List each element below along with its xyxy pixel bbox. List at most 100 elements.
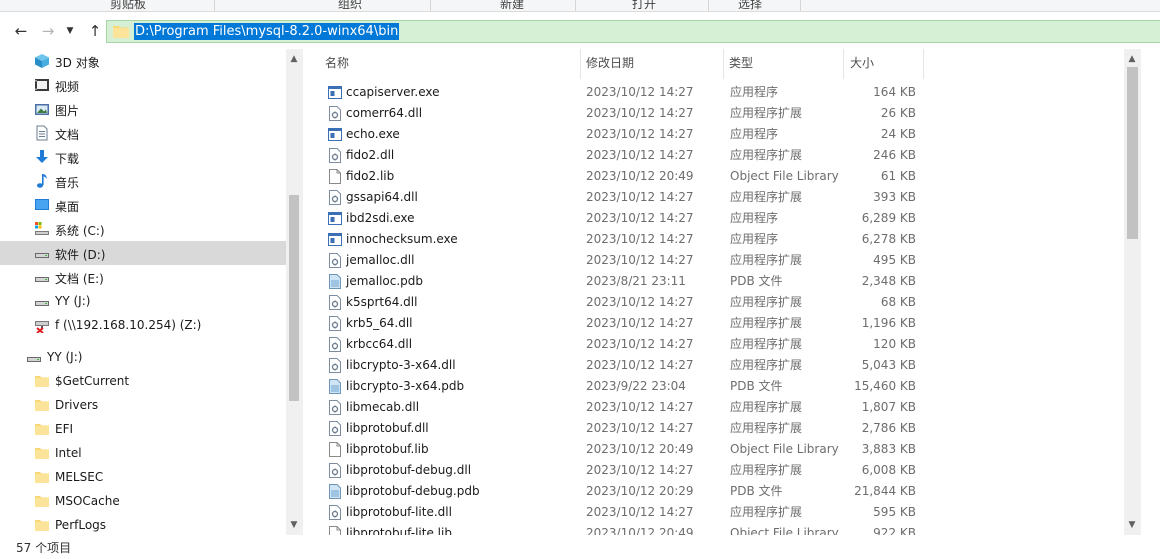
nav-item[interactable]: EFI [0, 417, 286, 441]
nav-item[interactable]: 文档 (E:) [0, 265, 286, 289]
file-size: 922 KB [873, 526, 916, 535]
nav-item[interactable]: PerfLogs [0, 513, 286, 535]
nav-item[interactable]: 下载 [0, 145, 286, 169]
dll-file-icon [328, 253, 342, 268]
file-row[interactable]: krb5_64.dll 2023/10/12 14:27 应用程序扩展 1,196 K… [303, 313, 1123, 334]
pictures-icon [34, 101, 50, 117]
file-type: 应用程序 [730, 232, 779, 246]
file-name: innochecksum.exe [346, 232, 458, 246]
file-row[interactable]: gssapi64.dll 2023/10/12 14:27 应用程序扩展 393 KB [303, 187, 1123, 208]
nav-item-label: MELSEC [55, 470, 104, 484]
file-row[interactable]: ibd2sdi.exe 2023/10/12 14:27 应用程序 6,289 KB [303, 208, 1123, 229]
documents-icon [34, 125, 50, 141]
file-row[interactable]: fido2.dll 2023/10/12 14:27 应用程序扩展 246 KB [303, 145, 1123, 166]
scroll-down-arrow-icon[interactable]: ▼ [286, 517, 302, 533]
file-row[interactable]: libprotobuf.dll 2023/10/12 14:27 应用程序扩展 2,7… [303, 418, 1123, 439]
nav-item[interactable]: MELSEC [0, 465, 286, 489]
column-header-date[interactable]: 修改日期 [586, 49, 721, 77]
column-header-size[interactable]: 大小 [850, 49, 920, 77]
file-row[interactable]: libprotobuf-lite.dll 2023/10/12 14:27 应用程序… [303, 502, 1123, 523]
back-button[interactable]: ← [11, 21, 31, 41]
status-bar: 57 个项目 [0, 535, 1160, 559]
scroll-up-arrow-icon[interactable]: ▲ [286, 51, 302, 67]
file-size: 68 KB [880, 295, 916, 309]
column-header-type[interactable]: 类型 [729, 49, 839, 77]
file-row[interactable]: libprotobuf-lite.lib 2023/10/12 20:49 Obje… [303, 523, 1123, 535]
file-row[interactable]: libprotobuf-debug.dll 2023/10/12 14:27 应用程… [303, 460, 1123, 481]
file-row[interactable]: k5sprt64.dll 2023/10/12 14:27 应用程序扩展 68 KB [303, 292, 1123, 313]
arrow-left-icon: ← [14, 22, 28, 40]
file-name: libprotobuf-lite.dll [346, 505, 452, 519]
nav-item[interactable]: f (\\192.168.10.254) (Z:) [0, 313, 286, 337]
pdb-file-icon [328, 379, 342, 394]
dll-file-icon [328, 358, 342, 373]
nav-scrollbar[interactable]: ▲ ▼ [286, 49, 302, 535]
dll-file-icon [328, 295, 342, 310]
dll-file-icon [328, 421, 342, 436]
file-row[interactable]: libmecab.dll 2023/10/12 14:27 应用程序扩展 1,807 … [303, 397, 1123, 418]
file-row[interactable]: libcrypto-3-x64.dll 2023/10/12 14:27 应用程序扩… [303, 355, 1123, 376]
arrow-up-icon: ↑ [88, 22, 102, 40]
file-type: 应用程序扩展 [730, 337, 803, 351]
nav-item[interactable]: $GetCurrent [0, 369, 286, 393]
file-name: jemalloc.pdb [346, 274, 424, 288]
file-modified-date: 2023/10/12 14:27 [586, 337, 694, 351]
up-button[interactable]: ↑ [85, 21, 105, 41]
file-modified-date: 2023/10/12 14:27 [586, 127, 694, 141]
scroll-down-arrow-icon[interactable]: ▼ [1124, 517, 1140, 533]
file-name: libcrypto-3-x64.dll [346, 358, 456, 372]
file-type: Object File Library [730, 526, 839, 535]
file-size: 15,460 KB [854, 379, 916, 393]
file-row[interactable]: libprotobuf.lib 2023/10/12 20:49 Object Fi… [303, 439, 1123, 460]
file-modified-date: 2023/10/12 14:27 [586, 358, 694, 372]
nav-item[interactable]: 系统 (C:) [0, 217, 286, 241]
file-modified-date: 2023/10/12 14:27 [586, 295, 694, 309]
file-row[interactable]: libprotobuf-debug.pdb 2023/10/12 20:29 PDB… [303, 481, 1123, 502]
file-name: fido2.lib [346, 169, 395, 183]
file-row[interactable]: comerr64.dll 2023/10/12 14:27 应用程序扩展 26 KB [303, 103, 1123, 124]
file-modified-date: 2023/10/12 14:27 [586, 85, 694, 99]
file-name: krbcc64.dll [346, 337, 413, 351]
file-row[interactable]: libcrypto-3-x64.pdb 2023/9/22 23:04 PDB 文件… [303, 376, 1123, 397]
nav-item[interactable]: Drivers [0, 393, 286, 417]
nav-item[interactable]: YY (J:) [0, 289, 286, 313]
nav-item[interactable]: 软件 (D:) [0, 241, 286, 265]
folder-icon [34, 493, 50, 509]
scroll-up-arrow-icon[interactable]: ▲ [1124, 51, 1140, 67]
file-row[interactable]: ccapiserver.exe 2023/10/12 14:27 应用程序 164 K… [303, 82, 1123, 103]
file-row[interactable]: innochecksum.exe 2023/10/12 14:27 应用程序 6,27… [303, 229, 1123, 250]
nav-item-label: EFI [55, 422, 74, 436]
nav-item-label: 图片 [55, 104, 80, 118]
file-name: k5sprt64.dll [346, 295, 418, 309]
nav-item[interactable]: 视频 [0, 73, 286, 97]
forward-button[interactable]: → [38, 21, 58, 41]
nav-item[interactable]: 3D 对象 [0, 49, 286, 73]
address-input[interactable]: D:\Program Files\mysql-8.2.0-winx64\bin [106, 20, 1160, 43]
nav-item[interactable]: 文档 [0, 121, 286, 145]
column-header-name[interactable]: 名称 [325, 49, 580, 77]
file-name: libmecab.dll [346, 400, 420, 414]
list-scrollbar-thumb[interactable] [1127, 67, 1138, 239]
list-scrollbar[interactable]: ▲ ▼ [1124, 49, 1141, 535]
nav-scrollbar-thumb[interactable] [289, 195, 299, 401]
file-row[interactable]: echo.exe 2023/10/12 14:27 应用程序 24 KB [303, 124, 1123, 145]
file-row[interactable]: fido2.lib 2023/10/12 20:49 Object File Lib… [303, 166, 1123, 187]
file-type: 应用程序扩展 [730, 190, 803, 204]
nav-item[interactable]: 图片 [0, 97, 286, 121]
file-row[interactable]: krbcc64.dll 2023/10/12 14:27 应用程序扩展 120 KB [303, 334, 1123, 355]
folder-icon [34, 469, 50, 485]
recent-locations-button[interactable]: ▼ [60, 21, 80, 41]
nav-item[interactable]: YY (J:) [0, 345, 286, 369]
nav-item[interactable]: MSOCache [0, 489, 286, 513]
ribbon-group-organize: 组织 [338, 0, 363, 11]
nav-item-label: YY (J:) [47, 350, 83, 364]
nav-item[interactable]: Intel [0, 441, 286, 465]
nav-item[interactable]: 桌面 [0, 193, 286, 217]
file-row[interactable]: jemalloc.dll 2023/10/12 14:27 应用程序扩展 495 KB [303, 250, 1123, 271]
file-name: libcrypto-3-x64.pdb [346, 379, 465, 393]
nav-item[interactable]: 音乐 [0, 169, 286, 193]
file-modified-date: 2023/10/12 14:27 [586, 211, 694, 225]
file-modified-date: 2023/10/12 14:27 [586, 106, 694, 120]
file-row[interactable]: jemalloc.pdb 2023/8/21 23:11 PDB 文件 2,348 K… [303, 271, 1123, 292]
file-name: libprotobuf-debug.dll [346, 463, 472, 477]
